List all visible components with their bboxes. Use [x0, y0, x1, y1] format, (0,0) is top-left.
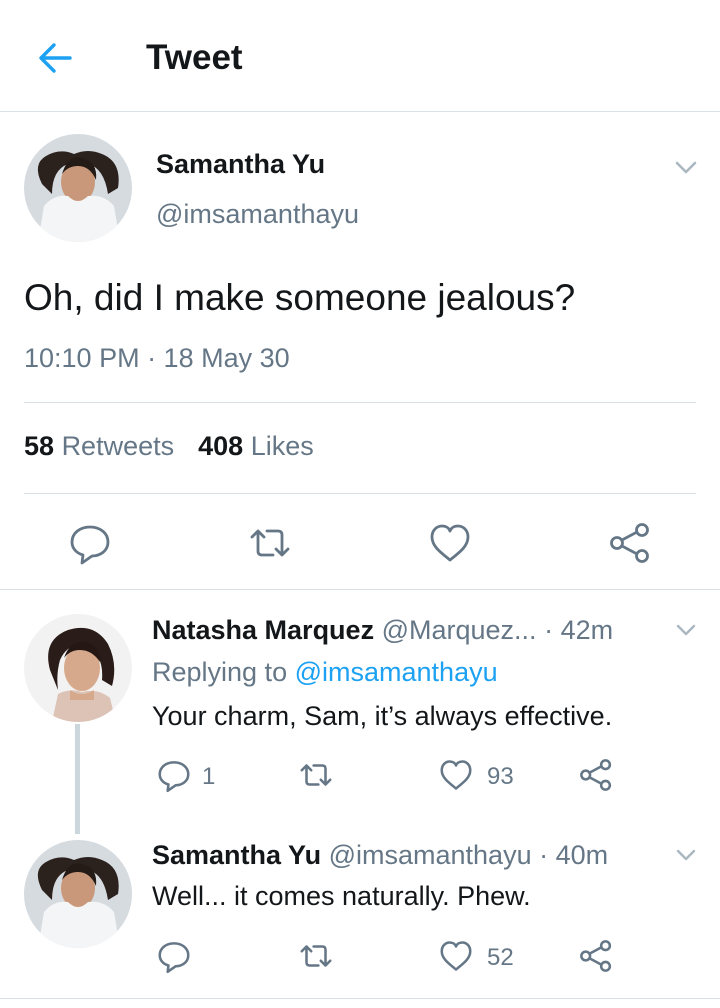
retweets-label: Retweets	[61, 431, 175, 461]
reply-header: Samantha Yu @imsamanthayu · 40m	[152, 840, 608, 871]
retweet-icon[interactable]	[297, 937, 335, 975]
avatar[interactable]	[24, 614, 132, 722]
share-icon[interactable]	[606, 519, 654, 567]
main-tweet: Samantha Yu @imsamanthayu Oh, did I make…	[0, 113, 720, 590]
share-icon[interactable]	[577, 937, 615, 975]
retweet-icon[interactable]	[297, 756, 335, 794]
tweet-timestamp: 10:10 PM · 18 May 30	[24, 343, 290, 373]
author-name[interactable]: Samantha Yu	[156, 149, 325, 180]
likes-label: Likes	[250, 431, 314, 461]
like-count: 93	[487, 763, 514, 790]
reply-text: Your charm, Sam, it’s always effective.	[152, 701, 613, 731]
top-bar: Tweet	[0, 0, 720, 112]
divider	[24, 402, 696, 403]
replying-to: Replying to @imsamanthayu	[152, 657, 498, 688]
chevron-down-icon[interactable]	[674, 618, 698, 642]
page-title: Tweet	[146, 38, 243, 77]
arrow-left-icon[interactable]	[34, 36, 78, 80]
avatar[interactable]	[24, 840, 132, 948]
heart-icon[interactable]	[437, 937, 475, 975]
reply-author-handle[interactable]: @Marquez...	[382, 615, 537, 645]
chevron-down-icon[interactable]	[672, 153, 700, 181]
tweet-text: Oh, did I make someone jealous?	[24, 277, 576, 318]
author-handle[interactable]: @imsamanthayu	[156, 199, 359, 230]
reply-time: · 40m	[539, 840, 609, 870]
retweet-icon[interactable]	[246, 519, 294, 567]
chevron-down-icon[interactable]	[674, 843, 698, 867]
heart-icon[interactable]	[437, 756, 475, 794]
likes-stat[interactable]: 408 Likes	[198, 431, 314, 461]
likes-count: 408	[198, 431, 244, 461]
avatar[interactable]	[24, 134, 132, 242]
reply-icon[interactable]	[155, 937, 193, 975]
heart-icon[interactable]	[426, 519, 474, 567]
reply-icon[interactable]	[155, 756, 193, 794]
reply-author-name[interactable]: Natasha Marquez	[152, 615, 374, 645]
retweets-count: 58	[24, 431, 55, 461]
reply-header: Natasha Marquez @Marquez... · 42m	[152, 615, 613, 646]
replying-to-label: Replying to	[152, 657, 288, 687]
thread-line	[75, 724, 80, 834]
reply-text: Well... it comes naturally. Phew.	[152, 881, 531, 911]
share-icon[interactable]	[577, 756, 615, 794]
divider	[24, 493, 696, 494]
tweet-stats: 58 Retweets 408 Likes	[24, 431, 314, 462]
reply-time: · 42m	[544, 615, 614, 645]
replying-to-link[interactable]: @imsamanthayu	[295, 657, 498, 687]
like-count: 52	[487, 944, 514, 971]
reply-icon[interactable]	[66, 519, 114, 567]
divider	[0, 998, 720, 999]
reply-author-handle[interactable]: @imsamanthayu	[329, 840, 532, 870]
reply-author-name[interactable]: Samantha Yu	[152, 840, 321, 870]
retweets-stat[interactable]: 58 Retweets	[24, 431, 174, 461]
reply-count: 1	[202, 763, 216, 790]
